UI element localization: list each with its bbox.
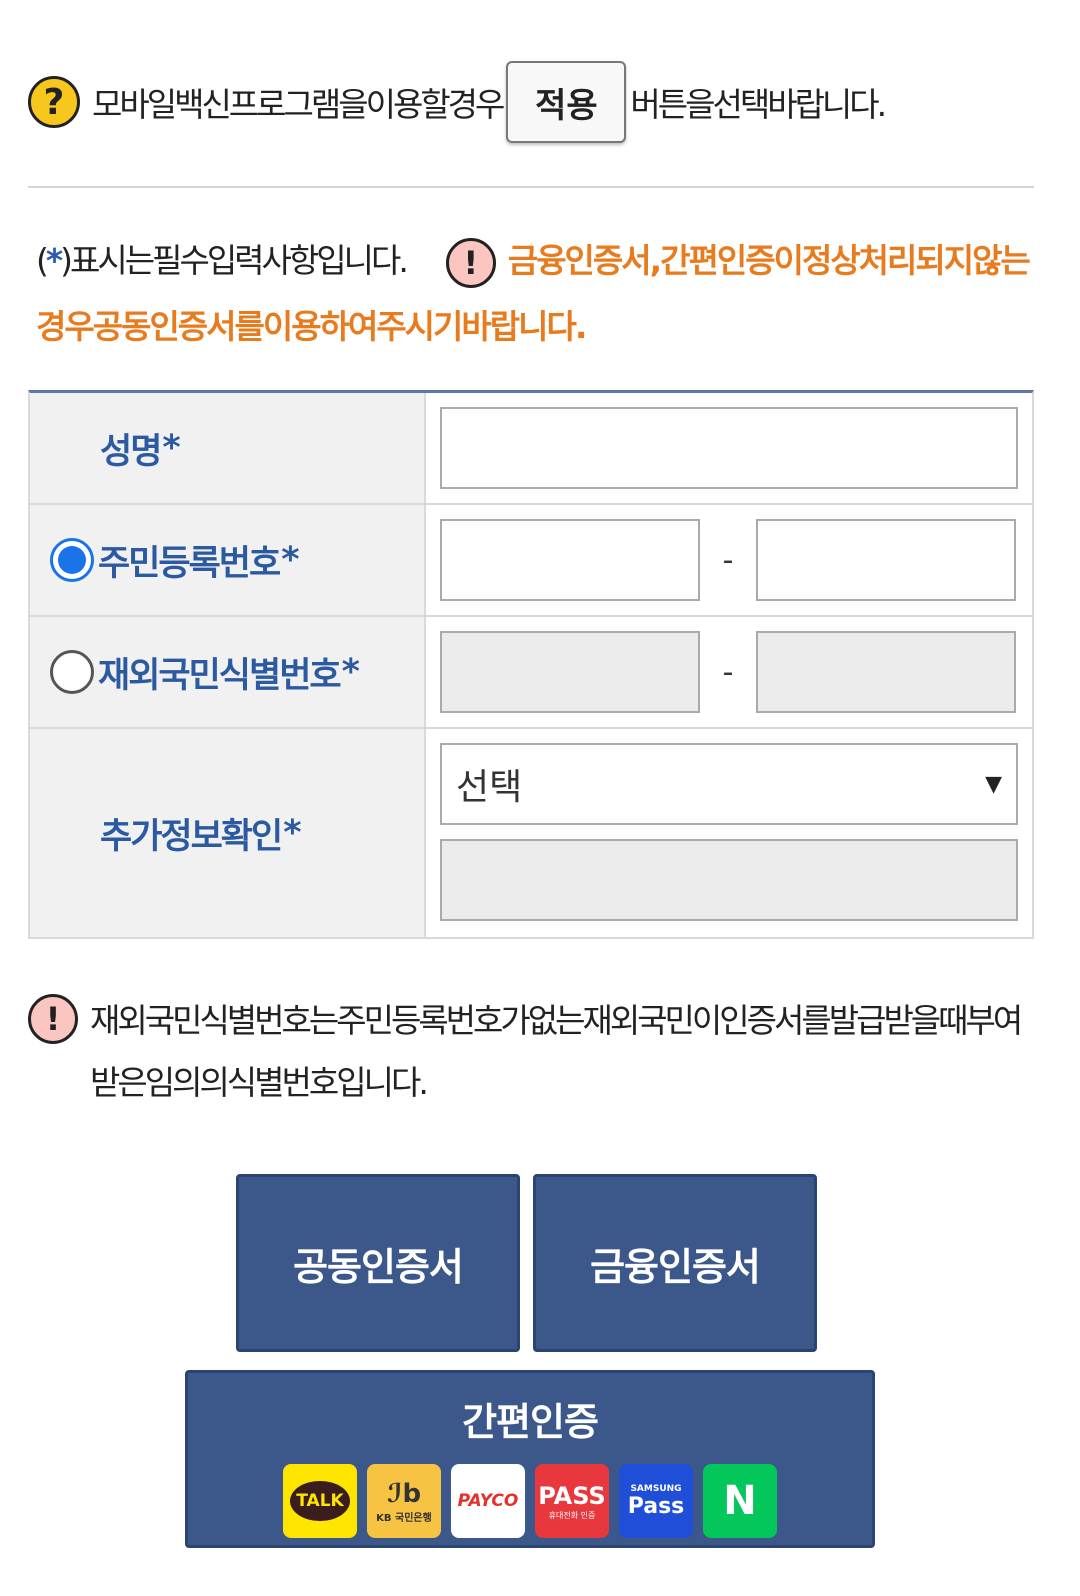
notice-text-before: 모바일백신프로그램을이용할경우 xyxy=(92,85,505,124)
naver-icon[interactable]: N xyxy=(703,1464,777,1538)
rrn-label-text: 주민등록번호 xyxy=(98,543,281,584)
required-star: * xyxy=(45,241,63,280)
required-mark: * xyxy=(283,813,301,853)
samsung-pass-icon[interactable]: SAMSUNG Pass xyxy=(619,1464,693,1538)
dash-separator: - xyxy=(722,654,734,690)
extra-info-label: 추가정보확인 * xyxy=(30,729,426,937)
notice-text-after: 버튼을선택바랍니다. xyxy=(630,85,887,124)
foreign-id-back-input[interactable] xyxy=(756,631,1016,713)
rrn-label: 주민등록번호 * xyxy=(30,505,426,615)
foreign-id-label: 재외국민식별번호 * xyxy=(30,617,426,727)
mobile-vaccine-notice: ? 모바일백신프로그램을이용할경우 적용 버튼을선택바랍니다. xyxy=(28,60,887,144)
select-value: 선택 xyxy=(456,767,523,808)
foreign-id-front-input[interactable] xyxy=(440,631,700,713)
rrn-back-input[interactable] xyxy=(756,519,1016,601)
required-notice: (*)표시는필수입력사항입니다.! 금융인증서,간편인증이정상처리되지않는경우공동… xyxy=(36,228,1046,360)
required-mark: * xyxy=(281,540,299,580)
extra-info-label-text: 추가정보확인 xyxy=(100,816,283,857)
foreign-id-info-text: 재외국민식별번호는주민등록번호가없는재외국민이인증서를발급받을때부여받은임의의식… xyxy=(90,1001,1023,1102)
foreign-id-row: 재외국민식별번호 * - xyxy=(30,617,1032,729)
joint-certificate-button[interactable]: 공동인증서 xyxy=(236,1174,520,1352)
name-row: 성명 * xyxy=(30,393,1032,505)
kakaotalk-icon[interactable]: TALK xyxy=(283,1464,357,1538)
foreign-id-label-text: 재외국민식별번호 xyxy=(98,655,342,696)
name-label-text: 성명 xyxy=(100,431,162,472)
extra-info-select[interactable]: 선택 ▼ xyxy=(440,743,1018,825)
required-prefix: ( xyxy=(36,241,49,280)
financial-certificate-button[interactable]: 금융인증서 xyxy=(533,1174,817,1352)
rrn-row: 주민등록번호 * - xyxy=(30,505,1032,617)
kb-bank-icon[interactable]: ℐb KB 국민은행 xyxy=(367,1464,441,1538)
name-input-cell xyxy=(426,393,1032,503)
identity-form: 성명 * 주민등록번호 * - 재외국민식별번호 * - 추가정보확인 * 선택… xyxy=(28,390,1034,939)
rrn-input-cell: - xyxy=(426,505,1032,615)
payco-icon[interactable]: PAYCO xyxy=(451,1464,525,1538)
name-label: 성명 * xyxy=(30,393,426,503)
dropdown-arrow-icon: ▼ xyxy=(985,771,1002,797)
divider xyxy=(28,186,1034,188)
pass-icon[interactable]: PASS 휴대전화 인증 xyxy=(535,1464,609,1538)
required-mark: * xyxy=(341,652,360,692)
help-icon: ? xyxy=(28,76,80,128)
simple-auth-title: 간편인증 xyxy=(462,1400,599,1444)
name-input[interactable] xyxy=(440,407,1018,489)
extra-info-input[interactable] xyxy=(440,839,1018,921)
simple-auth-button[interactable]: 간편인증 TALK ℐb KB 국민은행 PAYCO PASS 휴대전화 인증 SA… xyxy=(185,1370,875,1548)
foreign-id-radio[interactable] xyxy=(50,650,94,694)
foreign-id-input-cell: - xyxy=(426,617,1032,727)
required-text: )표시는필수입력사항입니다. xyxy=(60,241,409,280)
extra-info-row: 추가정보확인 * 선택 ▼ xyxy=(30,729,1032,937)
extra-info-cell: 선택 ▼ xyxy=(426,729,1032,937)
dash-separator: - xyxy=(722,542,734,578)
apply-button[interactable]: 적용 xyxy=(506,61,627,143)
provider-list: TALK ℐb KB 국민은행 PAYCO PASS 휴대전화 인증 SAMSUNG… xyxy=(283,1464,777,1538)
warning-icon: ! xyxy=(28,994,78,1044)
rrn-radio[interactable] xyxy=(50,538,94,582)
required-mark: * xyxy=(162,428,180,468)
rrn-front-input[interactable] xyxy=(440,519,700,601)
foreign-id-info: ! 재외국민식별번호는주민등록번호가없는재외국민이인증서를발급받을때부여받은임의… xyxy=(28,990,1038,1114)
warning-icon: ! xyxy=(445,237,496,288)
